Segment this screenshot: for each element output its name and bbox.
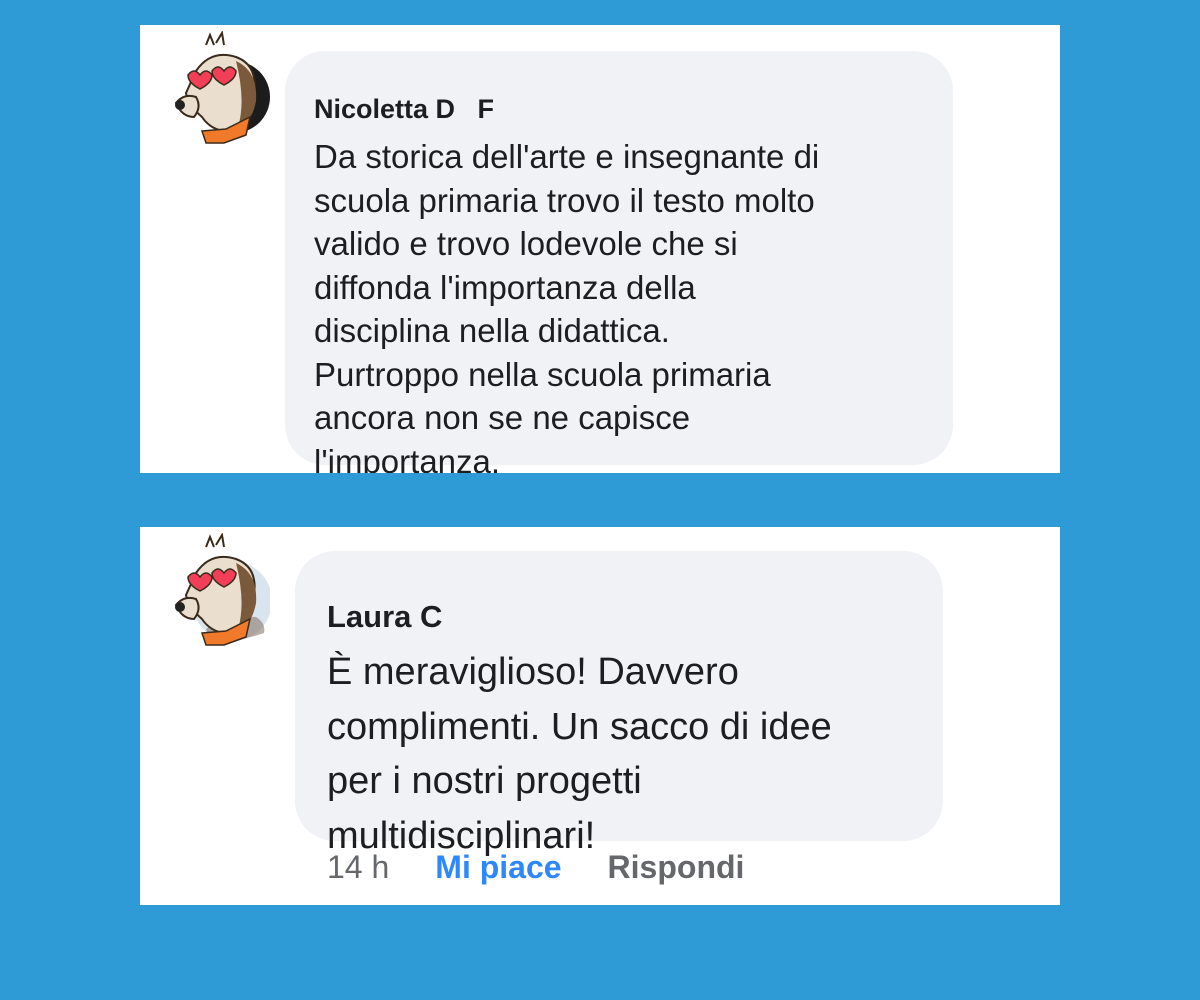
avatar[interactable] [166, 533, 270, 657]
dog-avatar-icon [174, 533, 270, 646]
comment-author[interactable]: Nicoletta D F [314, 94, 494, 125]
comment-text: È meraviglioso! Davvero complimenti. Un … [327, 651, 832, 857]
like-button[interactable]: Mi piace [435, 849, 561, 886]
dog-avatar-icon [174, 31, 270, 144]
comment-timestamp[interactable]: 14 h [327, 849, 389, 886]
comment-text: Da storica dell'arte e insegnante di scu… [314, 138, 820, 473]
reply-button[interactable]: Rispondi [608, 849, 745, 886]
comment-bubble: Nicoletta D F Da storica dell'arte e ins… [285, 51, 953, 473]
comment-actions: 14 h Mi piace Rispondi [327, 849, 744, 886]
comment-card: Nicoletta D F Da storica dell'arte e ins… [140, 25, 1060, 473]
comment-author[interactable]: Laura C [327, 599, 442, 635]
avatar[interactable] [166, 31, 270, 155]
comment-card: Laura C È meraviglioso! Davvero complime… [140, 527, 1060, 905]
comment-bubble: Laura C È meraviglioso! Davvero complime… [295, 551, 943, 857]
